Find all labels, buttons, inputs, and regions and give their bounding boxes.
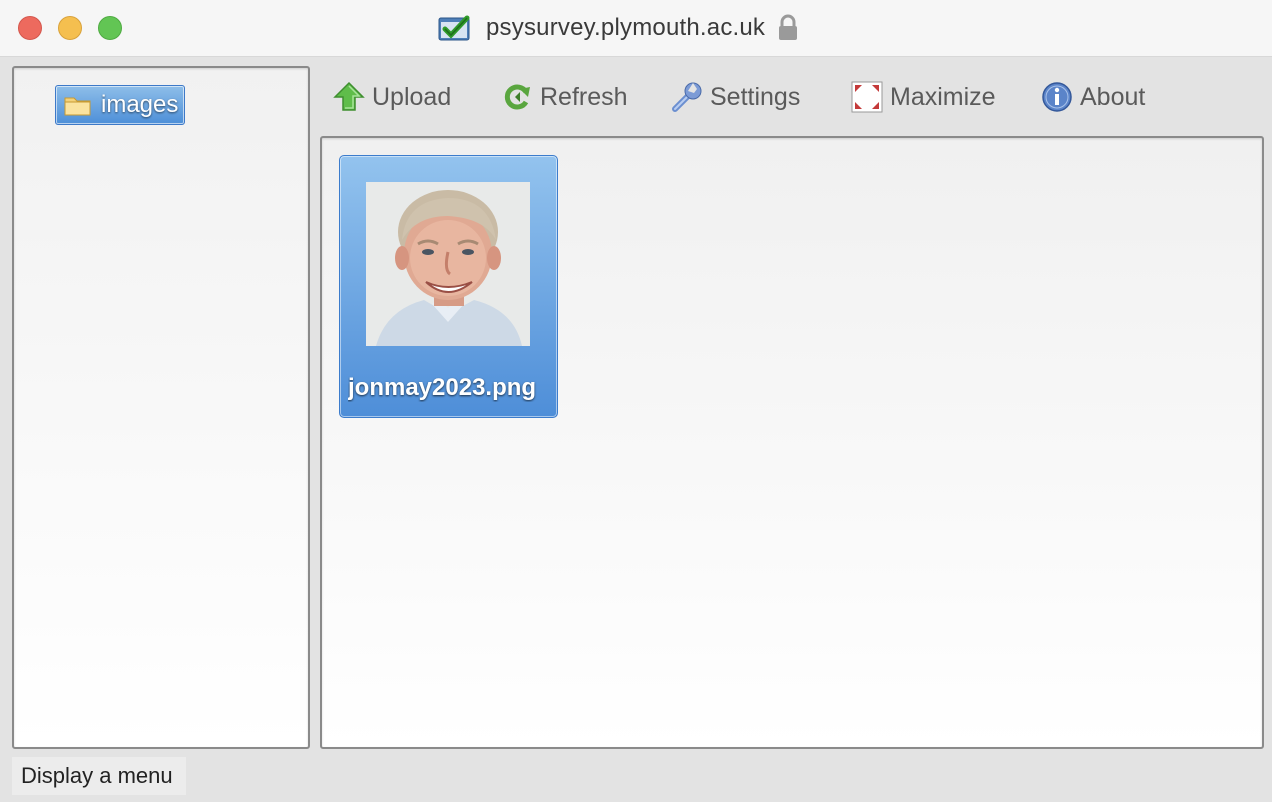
close-window-button[interactable]	[18, 16, 42, 40]
maximize-icon	[851, 81, 883, 113]
tree-item-label: images	[101, 91, 179, 118]
about-label: About	[1080, 82, 1146, 111]
refresh-button[interactable]: Refresh	[500, 78, 628, 116]
status-text: Display a menu	[21, 763, 173, 788]
maximize-label: Maximize	[890, 82, 996, 111]
settings-label: Settings	[710, 82, 801, 111]
refresh-label: Refresh	[540, 82, 628, 111]
window-title: psysurvey.plymouth.ac.uk	[486, 14, 766, 41]
info-icon	[1042, 82, 1072, 112]
status-bar: Display a menu	[12, 757, 186, 795]
settings-button[interactable]: Settings	[670, 78, 800, 116]
wrench-icon	[672, 82, 702, 112]
file-name: jonmay2023.png	[348, 374, 537, 401]
checkbox-folder-icon	[438, 15, 470, 41]
file-item[interactable]: jonmay2023.png	[339, 155, 558, 418]
toolbar: Upload Refresh Settings Maximize About	[320, 72, 1260, 122]
minimize-window-button[interactable]	[58, 16, 82, 40]
maximize-button[interactable]: Maximize	[850, 78, 996, 116]
folder-icon	[64, 97, 91, 116]
upload-label: Upload	[372, 82, 452, 111]
file-thumbnail	[366, 182, 530, 346]
window-title-group: psysurvey.plymouth.ac.uk	[438, 12, 799, 44]
refresh-icon	[504, 84, 530, 110]
title-bar: psysurvey.plymouth.ac.uk	[0, 0, 1272, 57]
about-button[interactable]: About	[1040, 78, 1145, 116]
tree-item-images[interactable]: images	[55, 85, 186, 125]
upload-button[interactable]: Upload	[332, 78, 451, 116]
zoom-window-button[interactable]	[98, 16, 122, 40]
folder-tree-panel: images	[12, 66, 310, 749]
app-window: psysurvey.plymouth.ac.uk images Upload R…	[0, 0, 1272, 802]
upload-arrow-icon	[333, 81, 365, 111]
lock-icon	[779, 14, 798, 40]
file-view-panel: jonmay2023.png	[320, 136, 1264, 749]
